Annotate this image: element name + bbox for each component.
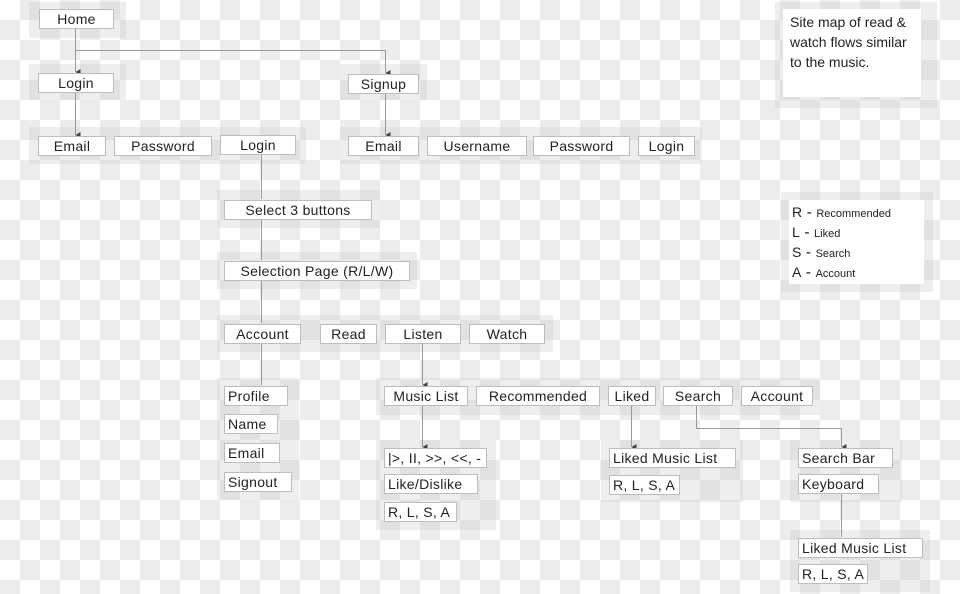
node-login-password: Password: [114, 136, 212, 156]
edge-home-signup: [75, 50, 391, 76]
edge-search-searchbar: [696, 405, 847, 450]
legend: R - Recommended L - Liked S - Search A -…: [789, 200, 924, 284]
legend-key: A: [792, 264, 802, 280]
node-liked-music-list: Liked Music List: [798, 538, 923, 558]
node-signout: Signout: [224, 472, 292, 492]
node-signup-password: Password: [533, 136, 630, 156]
legend-label: Search: [815, 248, 851, 260]
legend-label: Liked: [814, 228, 841, 240]
node-watch: Watch: [469, 324, 545, 344]
node-rlsa: R, L, S, A: [609, 475, 680, 495]
node-profile: Profile: [224, 386, 288, 406]
node-email: Email: [224, 443, 280, 463]
node-like-dislike: Like/Dislike: [384, 474, 478, 494]
node-select-buttons: Select 3 buttons: [224, 200, 372, 220]
node-liked-music-list: Liked Music List: [609, 448, 736, 468]
node-liked: Liked: [608, 386, 656, 406]
legend-label: Account: [815, 268, 856, 280]
legend-item: S - Search: [792, 244, 851, 261]
note-text: Site map of read & watch flows similar t…: [783, 9, 921, 97]
node-account: Account: [224, 324, 301, 344]
node-name: Name: [224, 414, 278, 434]
node-login-button: Login: [220, 135, 296, 155]
legend-key: S: [792, 244, 802, 260]
legend-key: L: [792, 224, 800, 240]
node-search: Search: [663, 386, 733, 406]
node-player-controls: |>, II, >>, <<, -: [384, 448, 487, 468]
node-signup-username: Username: [427, 136, 527, 156]
legend-key: R: [792, 204, 803, 220]
node-signup-login: Login: [638, 136, 695, 156]
node-rlsa: R, L, S, A: [384, 502, 457, 522]
node-rlsa: R, L, S, A: [798, 564, 868, 584]
node-music-list: Music List: [384, 386, 468, 406]
node-home: Home: [39, 9, 114, 29]
node-login: Login: [38, 73, 114, 93]
legend-item: A - Account: [792, 264, 856, 281]
node-recommended: Recommended: [476, 386, 600, 406]
node-login-email: Email: [38, 136, 106, 156]
node-read: Read: [320, 324, 377, 344]
node-search-bar: Search Bar: [798, 448, 893, 468]
node-signup: Signup: [348, 74, 419, 94]
node-selection-page: Selection Page (R/L/W): [224, 261, 410, 281]
legend-item: R - Recommended: [792, 204, 891, 221]
legend-label: Recommended: [816, 208, 891, 220]
node-signup-email: Email: [348, 136, 419, 156]
node-keyboard: Keyboard: [798, 474, 879, 494]
node-account2: Account: [741, 386, 813, 406]
node-listen: Listen: [385, 324, 461, 344]
legend-item: L - Liked: [792, 224, 841, 241]
